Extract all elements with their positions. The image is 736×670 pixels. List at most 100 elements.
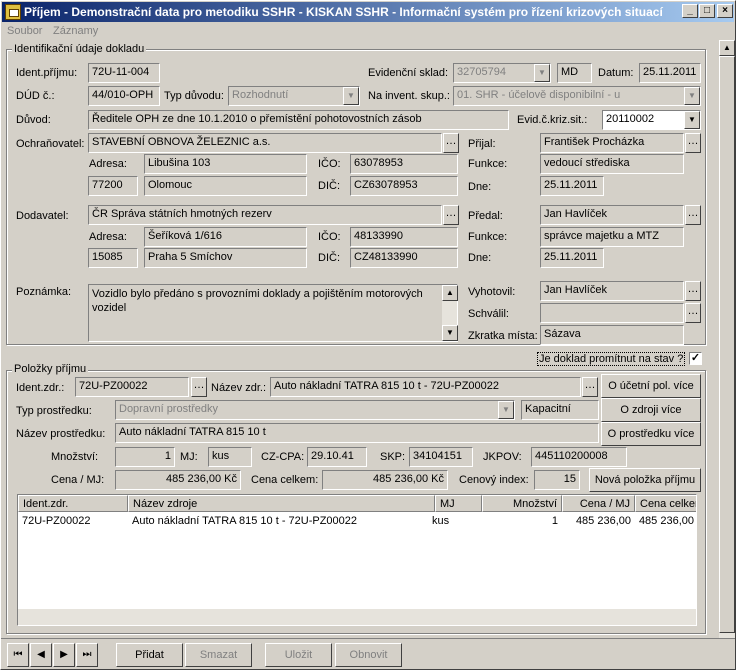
typ-prostredku-value: Dopravní prostředky <box>119 403 219 415</box>
maximize-button[interactable]: □ <box>699 4 715 18</box>
dod-mesto-field: Praha 5 Smíchov <box>144 248 307 268</box>
cenovy-index-field: 15 <box>534 470 580 490</box>
table-cell-ident[interactable]: 72U-PZ00022 <box>18 514 128 530</box>
prev-record-icon[interactable]: ◀ <box>30 643 52 667</box>
evid-kriz-label: Evid.č.kriz.sit.: <box>517 114 588 126</box>
polozky-group-title: Položky příjmu <box>12 363 89 375</box>
typ-prostredku-select[interactable]: Dopravní prostředky ▼ <box>115 400 515 420</box>
typ-duvodu-select[interactable]: Rozhodnutí ▼ <box>228 86 360 106</box>
evid-kriz-value: 20110002 <box>606 113 655 125</box>
prijal-dne-field: 25.11.2011 <box>540 176 604 196</box>
col-header-cena-celkem[interactable]: Cena celkem <box>635 495 696 512</box>
dod-adresa-label: Adresa: <box>89 231 127 243</box>
table-cell-cena-mj[interactable]: 485 236,00 <box>562 514 635 530</box>
obnovit-button[interactable]: Obnovit <box>335 643 402 667</box>
poznamka-label: Poznámka: <box>16 286 72 298</box>
dropdown-arrow-icon[interactable]: ▼ <box>684 87 700 105</box>
ident-zdr-lookup-button[interactable]: … <box>191 377 207 397</box>
poznamka-memo[interactable]: Vozidlo bylo předáno s provozními doklad… <box>88 284 458 342</box>
col-header-mj[interactable]: MJ <box>435 495 482 512</box>
predal-funkce-field: správce majetku a MTZ <box>540 227 684 247</box>
next-record-icon[interactable]: ▶ <box>53 643 75 667</box>
nazev-zdr-label: Název zdr.: <box>211 382 267 394</box>
prijal-label: Přijal: <box>468 138 496 150</box>
close-button[interactable]: × <box>717 4 733 18</box>
evid-kriz-select[interactable]: 20110002 ▼ <box>602 110 701 130</box>
poznamka-text: Vozidlo bylo předáno s provozními doklad… <box>92 288 423 314</box>
items-table[interactable]: Ident.zdr. Název zdroje MJ Množství Cena… <box>17 494 697 626</box>
ucetni-pol-button[interactable]: O účetní pol. více <box>601 374 701 398</box>
prijal-funkce-label: Funkce: <box>468 158 508 170</box>
menu-soubor[interactable]: Soubor <box>7 25 42 37</box>
dropdown-arrow-icon[interactable]: ▼ <box>343 87 359 105</box>
menu-zaznamy[interactable]: Záznamy <box>53 25 98 37</box>
first-record-icon[interactable]: ⏮ <box>7 643 29 667</box>
table-cell-mj[interactable]: kus <box>428 514 482 530</box>
och-psc-field: 77200 <box>88 176 138 196</box>
zkratka-field: Sázava <box>540 325 684 345</box>
czcpa-label: CZ-CPA: <box>261 451 305 463</box>
typ-duvodu-label: Typ důvodu: <box>164 90 224 102</box>
dropdown-arrow-icon[interactable]: ▼ <box>534 64 550 82</box>
last-record-icon[interactable]: ⏭ <box>76 643 98 667</box>
cena-mj-field: 485 236,00 Kč <box>115 470 241 490</box>
dodavatel-label: Dodavatel: <box>16 210 69 222</box>
skp-field: 34104151 <box>409 447 473 467</box>
mj-field: kus <box>208 447 252 467</box>
nova-polozka-button[interactable]: Nová položka příjmu <box>589 468 701 492</box>
zdroji-button[interactable]: O zdroji více <box>601 398 701 422</box>
predal-funkce-label: Funkce: <box>468 231 508 243</box>
dod-dic-label: DIČ: <box>318 252 340 264</box>
table-cell-cena-celkem[interactable]: 485 236,00 <box>628 514 696 530</box>
table-cell-mnozstvi[interactable]: 1 <box>482 514 562 530</box>
predal-lookup-button[interactable]: … <box>685 205 701 225</box>
prijal-field: František Procházka <box>540 133 684 153</box>
prostredku-button[interactable]: O prostředku více <box>601 422 701 446</box>
table-hscrollbar[interactable] <box>18 609 696 625</box>
dropdown-arrow-icon[interactable]: ▼ <box>684 111 700 129</box>
col-header-ident[interactable]: Ident.zdr. <box>18 495 128 512</box>
na-invent-select[interactable]: 01. SHR - účelově disponibilní - u ▼ <box>453 86 701 106</box>
dud-field: 44/010-OPH <box>88 86 160 106</box>
evid-sklad-select[interactable]: 32705794 ▼ <box>453 63 551 83</box>
datum-label: Datum: <box>598 67 634 79</box>
scroll-up-icon[interactable]: ▲ <box>442 285 458 301</box>
mnozstvi-label: Množství: <box>51 451 99 463</box>
prijal-lookup-button[interactable]: … <box>685 133 701 153</box>
scroll-thumb[interactable] <box>719 56 735 633</box>
poznamka-scrollbar[interactable]: ▲ ▼ <box>441 285 458 341</box>
predal-label: Předal: <box>468 210 503 222</box>
dodavatel-lookup-button[interactable]: … <box>443 205 459 225</box>
minimize-button[interactable]: _ <box>682 4 698 18</box>
title-bar[interactable]: Příjem - Demonstrační data pro metodiku … <box>2 2 734 22</box>
smazat-button[interactable]: Smazat <box>185 643 252 667</box>
predal-dne-label: Dne: <box>468 252 492 264</box>
dod-psc-field: 15085 <box>88 248 138 268</box>
nazev-zdr-lookup-button[interactable]: … <box>582 377 598 397</box>
col-header-mnozstvi[interactable]: Množství <box>482 495 562 512</box>
promitnut-checkbox[interactable]: ✓ <box>689 352 702 365</box>
pridat-button[interactable]: Přidat <box>116 643 183 667</box>
vyhotovil-lookup-button[interactable]: … <box>685 281 701 301</box>
schvalil-lookup-button[interactable]: … <box>685 303 701 323</box>
ulozit-button[interactable]: Uložit <box>265 643 332 667</box>
window-scrollbar[interactable]: ▲ <box>718 40 735 638</box>
col-header-cena-mj[interactable]: Cena / MJ <box>562 495 635 512</box>
och-dic-label: DIČ: <box>318 180 340 192</box>
scroll-down-icon[interactable]: ▼ <box>442 325 458 341</box>
vyhotovil-field: Jan Havlíček <box>540 281 684 301</box>
typ-duvodu-value: Rozhodnutí <box>232 89 289 101</box>
ident-prijmu-label: Ident.příjmu: <box>16 67 78 79</box>
table-cell-nazev[interactable]: Auto nákladní TATRA 815 10 t - 72U-PZ000… <box>128 514 435 530</box>
datum-field: 25.11.2011 <box>639 63 701 83</box>
dod-dic-field: CZ48133990 <box>350 248 458 268</box>
dropdown-arrow-icon[interactable]: ▼ <box>498 401 514 419</box>
ochranovatel-lookup-button[interactable]: … <box>443 133 459 153</box>
col-header-nazev[interactable]: Název zdroje <box>128 495 435 512</box>
scroll-up-icon[interactable]: ▲ <box>719 40 735 56</box>
och-dic-field: CZ63078953 <box>350 176 458 196</box>
menu-bar: Soubor Záznamy <box>2 22 734 40</box>
schvalil-label: Schválil: <box>468 308 509 320</box>
na-invent-label: Na invent. skup.: <box>368 90 450 102</box>
predal-field: Jan Havlíček <box>540 205 684 225</box>
